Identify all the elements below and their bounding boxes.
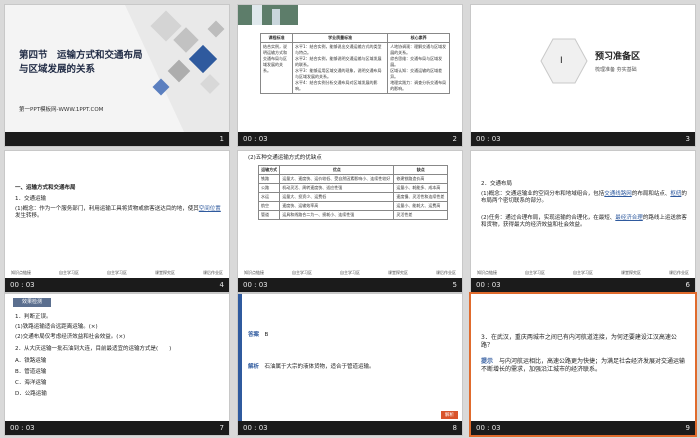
slide-sorter-grid: 第四节 运输方式和交通布局 与区域发展的关系 第一PPT模板网-WWW.1PPT… bbox=[0, 0, 700, 438]
table-row: 管道 运具和线路合二为一、损耗小、连续性强 灵活性差 bbox=[257, 210, 448, 220]
slide-number: 2 bbox=[452, 135, 457, 143]
slide-content: 课程标准 学业质量标准 核心素养 结合实例，说明运输方式和交通布局与区域发展的关… bbox=[238, 5, 462, 132]
slide-content: 第四节 运输方式和交通布局 与区域发展的关系 第一PPT模板网-WWW.1PPT… bbox=[5, 5, 229, 132]
item-text: (2)任务：通过合理布局，实现运输的合理化，在最短、最经济合理的路线上运送旅客和… bbox=[481, 215, 687, 229]
slide-title: 第四节 运输方式和交通布局 与区域发展的关系 bbox=[19, 50, 143, 76]
slide-thumbnail-6[interactable]: 2．交通布局 (1)概念：交通运输业的空间分布和地域组合，包括交通线路网的布局和… bbox=[470, 150, 696, 293]
answer-line: 答案 B bbox=[248, 332, 269, 338]
section-tag: 效果检测 bbox=[13, 298, 51, 307]
item-heading: 1．交通运输 bbox=[15, 196, 46, 202]
question-item: (1)铁路运输适合远距离运输。(×) bbox=[15, 324, 98, 330]
slide-content: 一、运输方式和交通布局 1．交通运输 (1)概念：作为一个服务部门，利用运输工具… bbox=[5, 151, 229, 278]
nav-links: 知识点链接 自主学习区 自主学习区 课堂探究区 课后作业区 bbox=[477, 270, 689, 275]
waterfall-photo bbox=[238, 5, 298, 25]
slide-content: (2)五种交通运输方式的优缺点 运输方式 优点 缺点 铁路 运量大、速度快、运价较… bbox=[238, 151, 462, 278]
slide-thumbnail-8[interactable]: 答案 B 解析 石油属于大宗的液体货物，适合于管道运输。 解析 00 : 03 … bbox=[237, 293, 463, 436]
answer-option: C．海洋运输 bbox=[15, 380, 47, 386]
analysis-line: 解析 石油属于大宗的液体货物，适合于管道运输。 bbox=[248, 364, 375, 370]
section-heading: 预习准备区 bbox=[595, 52, 641, 62]
nav-links: 知识点链接 自主学习区 自主学习区 课堂探究区 课后作业区 bbox=[244, 270, 456, 275]
slide-footer: 00 : 03 7 bbox=[5, 421, 229, 435]
slide-thumbnail-9[interactable]: 3．在武汉，重庆两城市之间已有内河航道连接，为何还要建设江汉高速公路？ 提示 与… bbox=[469, 292, 697, 437]
slide-footer: 00 : 03 6 bbox=[471, 278, 695, 292]
curriculum-table: 课程标准 学业质量标准 核心素养 结合实例，说明运输方式和交通布局与区域发展的关… bbox=[260, 33, 450, 94]
slide-content: 答案 B 解析 石油属于大宗的液体货物，适合于管道运输。 解析 bbox=[238, 294, 462, 421]
slide-number: 6 bbox=[685, 281, 690, 289]
slide-thumbnail-2[interactable]: 课程标准 学业质量标准 核心素养 结合实例，说明运输方式和交通布局与区域发展的关… bbox=[237, 4, 463, 147]
slide-footer: 00 : 03 8 bbox=[238, 421, 462, 435]
slide-number: 7 bbox=[219, 424, 224, 432]
question-item: (2)交通布局仅考虑经济效益和社会效益。(×) bbox=[15, 334, 126, 340]
slide-footer: 1 bbox=[5, 132, 229, 146]
slide-footer: 00 : 03 9 bbox=[471, 421, 695, 435]
nav-links: 知识点链接 自主学习区 自主学习区 课堂探究区 课后作业区 bbox=[11, 270, 223, 275]
slide-thumbnail-7[interactable]: 效果检测 1．判断正误。 (1)铁路运输适合远距离运输。(×) (2)交通布局仅… bbox=[4, 293, 230, 436]
item-heading: 2．交通布局 bbox=[481, 181, 512, 187]
table-caption: (2)五种交通运输方式的优缺点 bbox=[248, 155, 322, 161]
slide-footer: 00 : 03 4 bbox=[5, 278, 229, 292]
table-row: 公路 机动灵活、周转速度快、适应性强 运量小、耗能多、成本高 bbox=[257, 183, 448, 193]
item-text: (1)概念：交通运输业的空间分布和地域组合，包括交通线路网的布局和站点、枢纽的布… bbox=[481, 191, 687, 205]
table-row: 航空 速度快、运输效率高 运量小、能耗大、运费高 bbox=[257, 201, 448, 211]
slide-content: 效果检测 1．判断正误。 (1)铁路运输适合远距离运输。(×) (2)交通布局仅… bbox=[5, 294, 229, 421]
slide-subtitle: 第一PPT模板网-WWW.1PPT.COM bbox=[19, 107, 104, 113]
slide-footer: 00 : 03 2 bbox=[238, 132, 462, 146]
question-heading: 1．判断正误。 bbox=[15, 314, 52, 320]
slide-number: 8 bbox=[452, 424, 457, 432]
slide-number: 1 bbox=[219, 135, 224, 143]
slide-content: 2．交通布局 (1)概念：交通运输业的空间分布和地域组合，包括交通线路网的布局和… bbox=[471, 151, 695, 278]
item-text: (1)概念：作为一个服务部门，利用运输工具将货物或旅客送达目的地，使其空间位置发… bbox=[15, 206, 221, 220]
table-row: 水运 运量大、投资少、运费低 速度慢、灵活性和连续性差 bbox=[257, 192, 448, 202]
slide-footer: 00 : 03 3 bbox=[471, 132, 695, 146]
slide-content: Ⅰ 预习准备区 梳理准备 夯实基础 bbox=[471, 5, 695, 132]
question-text: 3．在武汉，重庆两城市之间已有内河航道连接，为何还要建设江汉高速公路？ bbox=[481, 334, 677, 350]
hint-text: 提示 与内河航运相比，高速公路更为快捷；为满足社会经济发展对交通运输不断增长的需… bbox=[481, 358, 686, 374]
slide-number: 5 bbox=[452, 281, 457, 289]
table-header: 核心素养 bbox=[387, 33, 450, 43]
slide-thumbnail-3[interactable]: Ⅰ 预习准备区 梳理准备 夯实基础 00 : 03 3 bbox=[470, 4, 696, 147]
accent-bar bbox=[238, 294, 242, 421]
slide-thumbnail-4[interactable]: 一、运输方式和交通布局 1．交通运输 (1)概念：作为一个服务部门，利用运输工具… bbox=[4, 150, 230, 293]
slide-thumbnail-1[interactable]: 第四节 运输方式和交通布局 与区域发展的关系 第一PPT模板网-WWW.1PPT… bbox=[4, 4, 230, 147]
section-subheading: 梳理准备 夯实基础 bbox=[595, 67, 637, 73]
slide-number: 4 bbox=[219, 281, 224, 289]
section-graphic bbox=[540, 38, 588, 84]
section-number: Ⅰ bbox=[560, 56, 563, 66]
transport-table: 运输方式 优点 缺点 铁路 运量大、速度快、运价较低、受自然因素影响小、连续性较好… bbox=[257, 165, 448, 220]
table-header: 学业质量标准 bbox=[291, 33, 389, 43]
analysis-badge[interactable]: 解析 bbox=[441, 411, 458, 419]
slide-number: 9 bbox=[685, 424, 690, 432]
slide-thumbnail-5[interactable]: (2)五种交通运输方式的优缺点 运输方式 优点 缺点 铁路 运量大、速度快、运价较… bbox=[237, 150, 463, 293]
slide-footer: 00 : 03 5 bbox=[238, 278, 462, 292]
question-heading: 2．从大庆运输一批石油到大连，目前最适宜的运输方式是( ) bbox=[15, 346, 172, 352]
table-row: 结合实例，说明运输方式和交通布局与区域发展的关系。 水平1：结合实例，能够说出交… bbox=[260, 42, 450, 94]
answer-option: D．公路运输 bbox=[15, 391, 47, 397]
answer-option: B．管道运输 bbox=[15, 369, 47, 375]
slide-number: 3 bbox=[685, 135, 690, 143]
slide-content: 3．在武汉，重庆两城市之间已有内河航道连接，为何还要建设江汉高速公路？ 提示 与… bbox=[471, 294, 695, 421]
section-title: 一、运输方式和交通布局 bbox=[15, 185, 76, 191]
table-header: 课程标准 bbox=[260, 33, 293, 43]
table-row: 铁路 运量大、速度快、运价较低、受自然因素影响小、连续性较好 修建铁路造价高 bbox=[257, 174, 448, 184]
answer-option: A．铁路运输 bbox=[15, 358, 47, 364]
